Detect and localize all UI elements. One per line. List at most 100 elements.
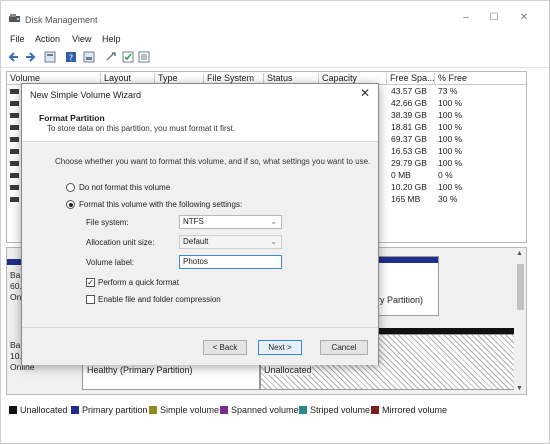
forward-icon[interactable] [24,51,36,63]
back-icon[interactable] [8,51,20,63]
dialog-header: Format Partition To store data on this p… [22,108,378,142]
percent-free-cell: 100 % [438,110,463,120]
legend: Unallocated Primary partition Simple vol… [9,405,529,417]
legend-label: Striped volume [310,405,371,415]
scroll-up-icon[interactable]: ▲ [516,250,523,257]
disk-management-window: Disk Management – ☐ ✕ File Action View H… [0,0,550,444]
help-icon[interactable]: ? [65,51,77,63]
legend-swatch [220,406,228,414]
col-percent-free[interactable]: % Free [434,73,467,85]
list-icon[interactable] [138,51,150,63]
percent-free-cell: 100 % [438,146,463,156]
quick-format-label[interactable]: Perform a quick format [98,278,179,287]
close-window-button[interactable]: ✕ [514,11,534,25]
unallocated-label: Unallocated [264,365,312,375]
percent-free-cell: 100 % [438,158,463,168]
drive-icon [10,125,19,130]
settings-icon[interactable] [105,51,117,63]
percent-free-cell: 100 % [438,182,463,192]
free-space-cell: 165 MB [391,194,421,204]
legend-label: Unallocated [20,405,68,415]
drive-icon [10,149,19,154]
menu-bar: File Action View Help [1,31,549,47]
dialog-body: Choose whether you want to format this v… [22,143,378,327]
col-free-space[interactable]: Free Spa... [386,73,435,85]
minimize-button[interactable]: – [456,11,476,25]
legend-mirrored-volume: Mirrored volume [371,405,447,415]
back-button[interactable]: < Back [203,340,247,355]
legend-striped-volume: Striped volume [299,405,370,415]
checklist-icon[interactable] [122,51,134,63]
format-label[interactable]: Format this volume with the following se… [79,200,242,209]
free-space-cell: 42.66 GB [391,98,427,108]
menu-view[interactable]: View [72,34,91,44]
dialog-heading: Format Partition [39,113,105,123]
menu-action[interactable]: Action [35,34,60,44]
legend-spanned-volume: Spanned volume [220,405,299,415]
menu-file[interactable]: File [10,34,25,44]
file-system-value: NTFS [183,217,204,226]
percent-free-cell: 100 % [438,98,463,108]
dialog-footer: < Back Next > Cancel [22,327,378,365]
free-space-cell: 38.39 GB [391,110,427,120]
no-format-label[interactable]: Do not format this volume [79,183,170,192]
percent-free-cell: 0 % [438,170,453,180]
properties-icon[interactable] [44,51,56,63]
drive-icon [10,173,19,178]
legend-swatch [71,406,79,414]
svg-text:?: ? [69,54,73,63]
drive-icon [10,137,19,142]
no-format-radio[interactable] [66,183,75,192]
free-space-cell: 10.20 GB [391,182,427,192]
legend-primary-partition: Primary partition [71,405,148,415]
free-space-cell: 69.37 GB [391,134,427,144]
scroll-down-icon[interactable]: ▼ [516,385,523,392]
volume-label-input[interactable]: Photos [179,255,282,269]
quick-format-checkbox[interactable]: ✓ [86,278,95,287]
drive-icon [10,197,19,202]
free-space-cell: 16.53 GB [391,146,427,156]
partition-color-bar [377,257,438,263]
percent-free-cell: 100 % [438,122,463,132]
legend-swatch [149,406,157,414]
chevron-down-icon: ⌄ [270,217,277,226]
dialog-title: New Simple Volume Wizard [30,90,142,100]
menu-help[interactable]: Help [102,34,121,44]
compression-label[interactable]: Enable file and folder compression [98,295,221,304]
window-title: Disk Management [25,15,98,25]
disk-header-bar [7,259,21,265]
disk-1-label-line: Ba [10,270,21,280]
allocation-unit-value: Default [183,237,209,246]
compression-checkbox[interactable] [86,295,95,304]
partition-label: ry Partition) [377,295,424,305]
dialog-instruction: Choose whether you want to format this v… [55,157,371,166]
format-radio[interactable] [66,200,75,209]
legend-simple-volume: Simple volume [149,405,219,415]
legend-label: Primary partition [82,405,148,415]
legend-swatch [9,406,17,414]
legend-swatch [371,406,379,414]
file-system-select[interactable]: NTFS ⌄ [179,215,282,229]
refresh-icon[interactable] [83,51,95,63]
next-button[interactable]: Next > [258,340,302,355]
disk-2-label-line: Ba [10,340,21,350]
disk-1-partition[interactable]: ry Partition) [376,256,439,316]
drive-icon [10,161,19,166]
allocation-unit-select[interactable]: Default ⌄ [179,235,282,249]
free-space-cell: 18.81 GB [391,122,427,132]
cancel-button[interactable]: Cancel [320,340,368,355]
disk-map-scrollbar[interactable]: ▲ ▼ [514,248,526,394]
drive-icon [10,89,19,94]
maximize-button[interactable]: ☐ [484,11,504,25]
percent-free-cell: 73 % [438,86,458,96]
new-simple-volume-wizard: New Simple Volume Wizard ✕ Format Partit… [21,83,379,365]
dialog-close-button[interactable]: ✕ [358,86,372,100]
free-space-cell: 0 MB [391,170,411,180]
drive-icon [10,113,19,118]
scroll-thumb[interactable] [517,264,524,310]
allocation-unit-label: Allocation unit size: [86,238,155,247]
dialog-subheading: To store data on this partition, you mus… [47,124,236,133]
disk-1-label-line: On [10,292,22,302]
toolbar: ? [1,48,549,68]
free-space-cell: 29.79 GB [391,158,427,168]
